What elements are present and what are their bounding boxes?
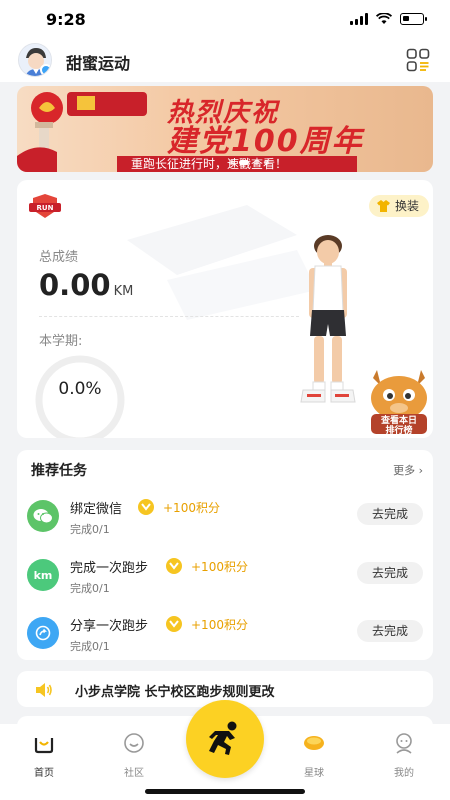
points-coin-icon (138, 499, 154, 515)
app-header: 甜蜜运动 (0, 40, 450, 82)
tab-planet[interactable]: 星球 (284, 732, 344, 779)
km-icon: km (27, 559, 59, 591)
svg-text:查看本日: 查看本日 (380, 414, 417, 426)
banner-title-line2: 建党100周年 (167, 124, 364, 159)
status-icons (350, 13, 427, 25)
svg-text:排行榜: 排行榜 (385, 424, 412, 436)
banner-pagination (229, 160, 269, 165)
verified-badge-icon (40, 64, 51, 76)
task-row: 绑定微信 +100积分 完成0/1 去完成 (17, 492, 433, 542)
tab-community[interactable]: 社区 (104, 732, 164, 779)
task-complete-button[interactable]: 去完成 (357, 503, 423, 525)
running-man-icon (209, 721, 237, 755)
tasks-more-link[interactable]: 更多 › (393, 462, 423, 478)
total-distance-value: 0.00 KM (39, 268, 133, 302)
task-name: 绑定微信 (70, 502, 123, 517)
app-title: 甜蜜运动 (66, 54, 131, 73)
cellular-signal-icon (350, 13, 368, 25)
tab-home-label: 首页 (34, 768, 54, 779)
term-label: 本学期: (39, 334, 83, 349)
tab-planet-label: 星球 (304, 768, 324, 779)
tasks-title: 推荐任务 (31, 463, 87, 479)
task-points: +100积分 (163, 501, 220, 515)
avatar[interactable] (18, 43, 52, 77)
stats-card: RUN 换装 总成绩 0.00 KM 本学期: 0.0% 查看本日 排行榜 (17, 180, 433, 438)
task-name: 分享一次跑步 (70, 619, 149, 634)
notice-text: 小步点学院 长宁校区跑步规则更改 (75, 685, 275, 700)
runner-avatar-figure (300, 235, 356, 403)
more-label: 更多 (393, 464, 416, 477)
task-points: +100积分 (191, 618, 248, 632)
task-progress: 完成0/1 (70, 523, 110, 536)
profile-icon (396, 733, 412, 754)
tshirt-icon (376, 200, 390, 212)
home-icon (34, 738, 54, 754)
battery-icon (400, 13, 427, 25)
task-complete-button[interactable]: 去完成 (357, 620, 423, 642)
divider (39, 316, 299, 317)
community-icon (124, 733, 144, 753)
recommended-tasks-card: 推荐任务 更多 › 绑定微信 +100积分 完成0/1 去完成 km 完成一次跑… (17, 450, 433, 660)
promo-banner[interactable]: 热烈庆祝 建党100周年 重跑长征进行时，速戳查看！ (17, 86, 433, 172)
tab-profile-label: 我的 (394, 768, 414, 779)
wifi-icon (376, 13, 392, 24)
tab-profile[interactable]: 我的 (374, 732, 434, 779)
total-distance-unit: KM (113, 284, 134, 299)
chevron-right-icon: › (418, 464, 423, 477)
planet-icon (304, 736, 324, 750)
task-row: 分享一次跑步 +100积分 完成0/1 去完成 (17, 609, 433, 659)
total-distance-number: 0.00 (39, 268, 111, 302)
run-badge-icon: RUN (29, 194, 61, 218)
leaderboard-mascot-icon[interactable]: 查看本日 排行榜 (365, 368, 433, 438)
task-progress: 完成0/1 (70, 640, 110, 653)
start-run-button[interactable] (186, 700, 264, 778)
tab-community-label: 社区 (124, 768, 144, 779)
points-coin-icon (166, 558, 182, 574)
tab-home[interactable]: 首页 (14, 732, 74, 779)
task-progress: 完成0/1 (70, 582, 110, 595)
total-distance-label: 总成绩 (39, 250, 79, 265)
task-name: 完成一次跑步 (70, 561, 149, 576)
swap-outfit-label: 换装 (394, 199, 419, 213)
task-complete-button[interactable]: 去完成 (357, 562, 423, 584)
wechat-icon (27, 500, 59, 532)
share-icon (27, 617, 59, 649)
status-time: 9:28 (46, 10, 86, 29)
speaker-icon (36, 683, 52, 697)
apps-grid-icon[interactable] (406, 48, 430, 72)
task-points: +100积分 (191, 560, 248, 574)
home-indicator (145, 789, 305, 794)
status-bar: 9:28 (0, 0, 450, 40)
swap-outfit-button[interactable]: 换装 (368, 195, 429, 217)
task-row: km 完成一次跑步 +100积分 完成0/1 去完成 (17, 551, 433, 601)
term-progress-percent: 0.0% (58, 379, 102, 399)
svg-text:RUN: RUN (37, 204, 54, 212)
points-coin-icon (166, 616, 182, 632)
